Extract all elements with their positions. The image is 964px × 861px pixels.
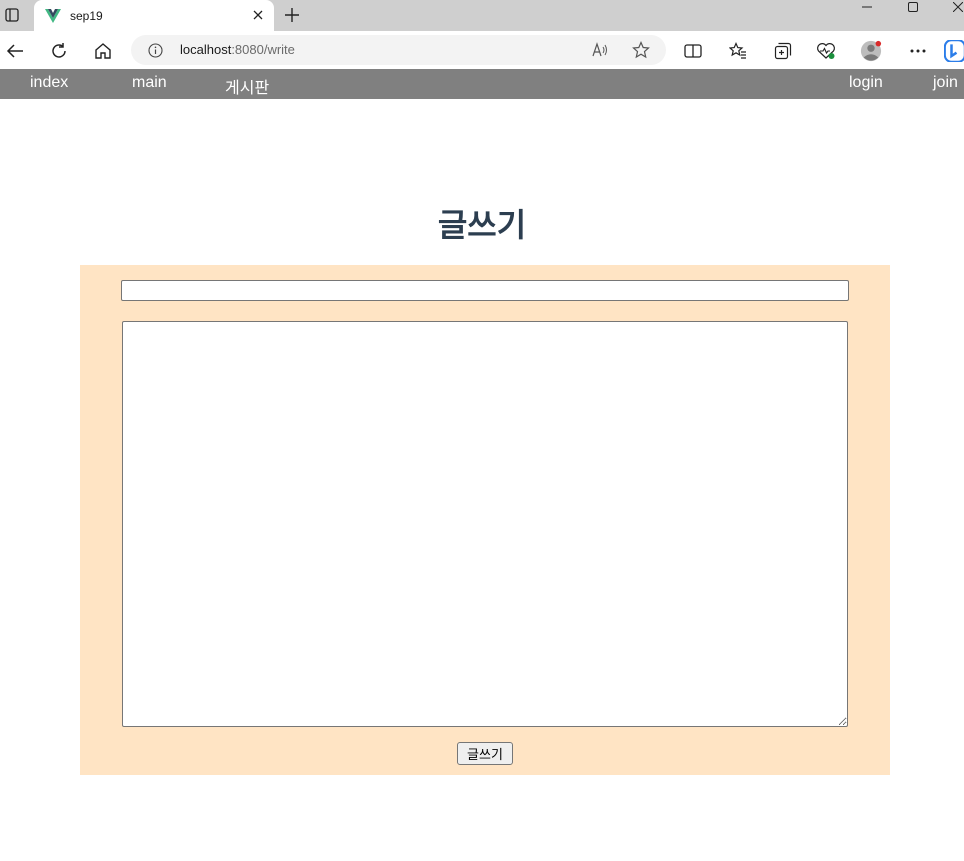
tab-close-icon[interactable] — [250, 7, 266, 23]
home-icon[interactable] — [92, 40, 114, 62]
browser-tab-bar: sep19 — [0, 0, 964, 31]
favorites-icon[interactable] — [727, 40, 749, 62]
minimize-icon[interactable] — [847, 0, 887, 14]
url-text[interactable]: localhost:8080/write — [180, 42, 295, 57]
nav-login-link[interactable]: login — [849, 74, 883, 92]
address-bar[interactable]: localhost:8080/write — [131, 35, 666, 65]
content-textarea[interactable] — [122, 321, 848, 727]
more-options-icon[interactable] — [907, 40, 929, 62]
browser-tab[interactable]: sep19 — [34, 0, 274, 31]
collections-icon[interactable] — [772, 40, 794, 62]
page-title: 글쓰기 — [437, 206, 527, 244]
bing-copilot-icon[interactable] — [944, 40, 964, 62]
refresh-icon[interactable] — [48, 40, 70, 62]
tab-title: sep19 — [70, 8, 103, 23]
title-input[interactable] — [121, 280, 849, 301]
back-arrow-icon[interactable] — [4, 40, 26, 62]
read-aloud-icon[interactable] — [591, 40, 611, 60]
tab-actions-icon[interactable] — [0, 4, 24, 26]
favorite-star-icon[interactable] — [631, 40, 651, 60]
nav-board-link[interactable]: 게시판 — [225, 74, 269, 98]
browser-essentials-icon[interactable] — [815, 40, 837, 62]
info-icon[interactable] — [147, 42, 163, 58]
submit-write-button[interactable]: 글쓰기 — [457, 742, 513, 765]
new-tab-icon[interactable] — [282, 5, 302, 25]
write-form-panel: 글쓰기 — [80, 265, 890, 775]
maximize-icon[interactable] — [893, 0, 933, 14]
browser-toolbar: localhost:8080/write — [0, 31, 964, 69]
url-host: localhost — [180, 42, 232, 57]
close-window-icon[interactable] — [938, 0, 964, 14]
nav-main-link[interactable]: main — [132, 74, 167, 92]
split-screen-icon[interactable] — [682, 40, 704, 62]
vue-logo-icon — [44, 7, 62, 25]
nav-join-link[interactable]: join — [933, 74, 958, 92]
profile-avatar-icon[interactable] — [860, 40, 882, 62]
app-navbar: index main 게시판 login join — [0, 69, 964, 99]
nav-index-link[interactable]: index — [30, 74, 68, 92]
url-path: :8080/write — [231, 42, 295, 57]
